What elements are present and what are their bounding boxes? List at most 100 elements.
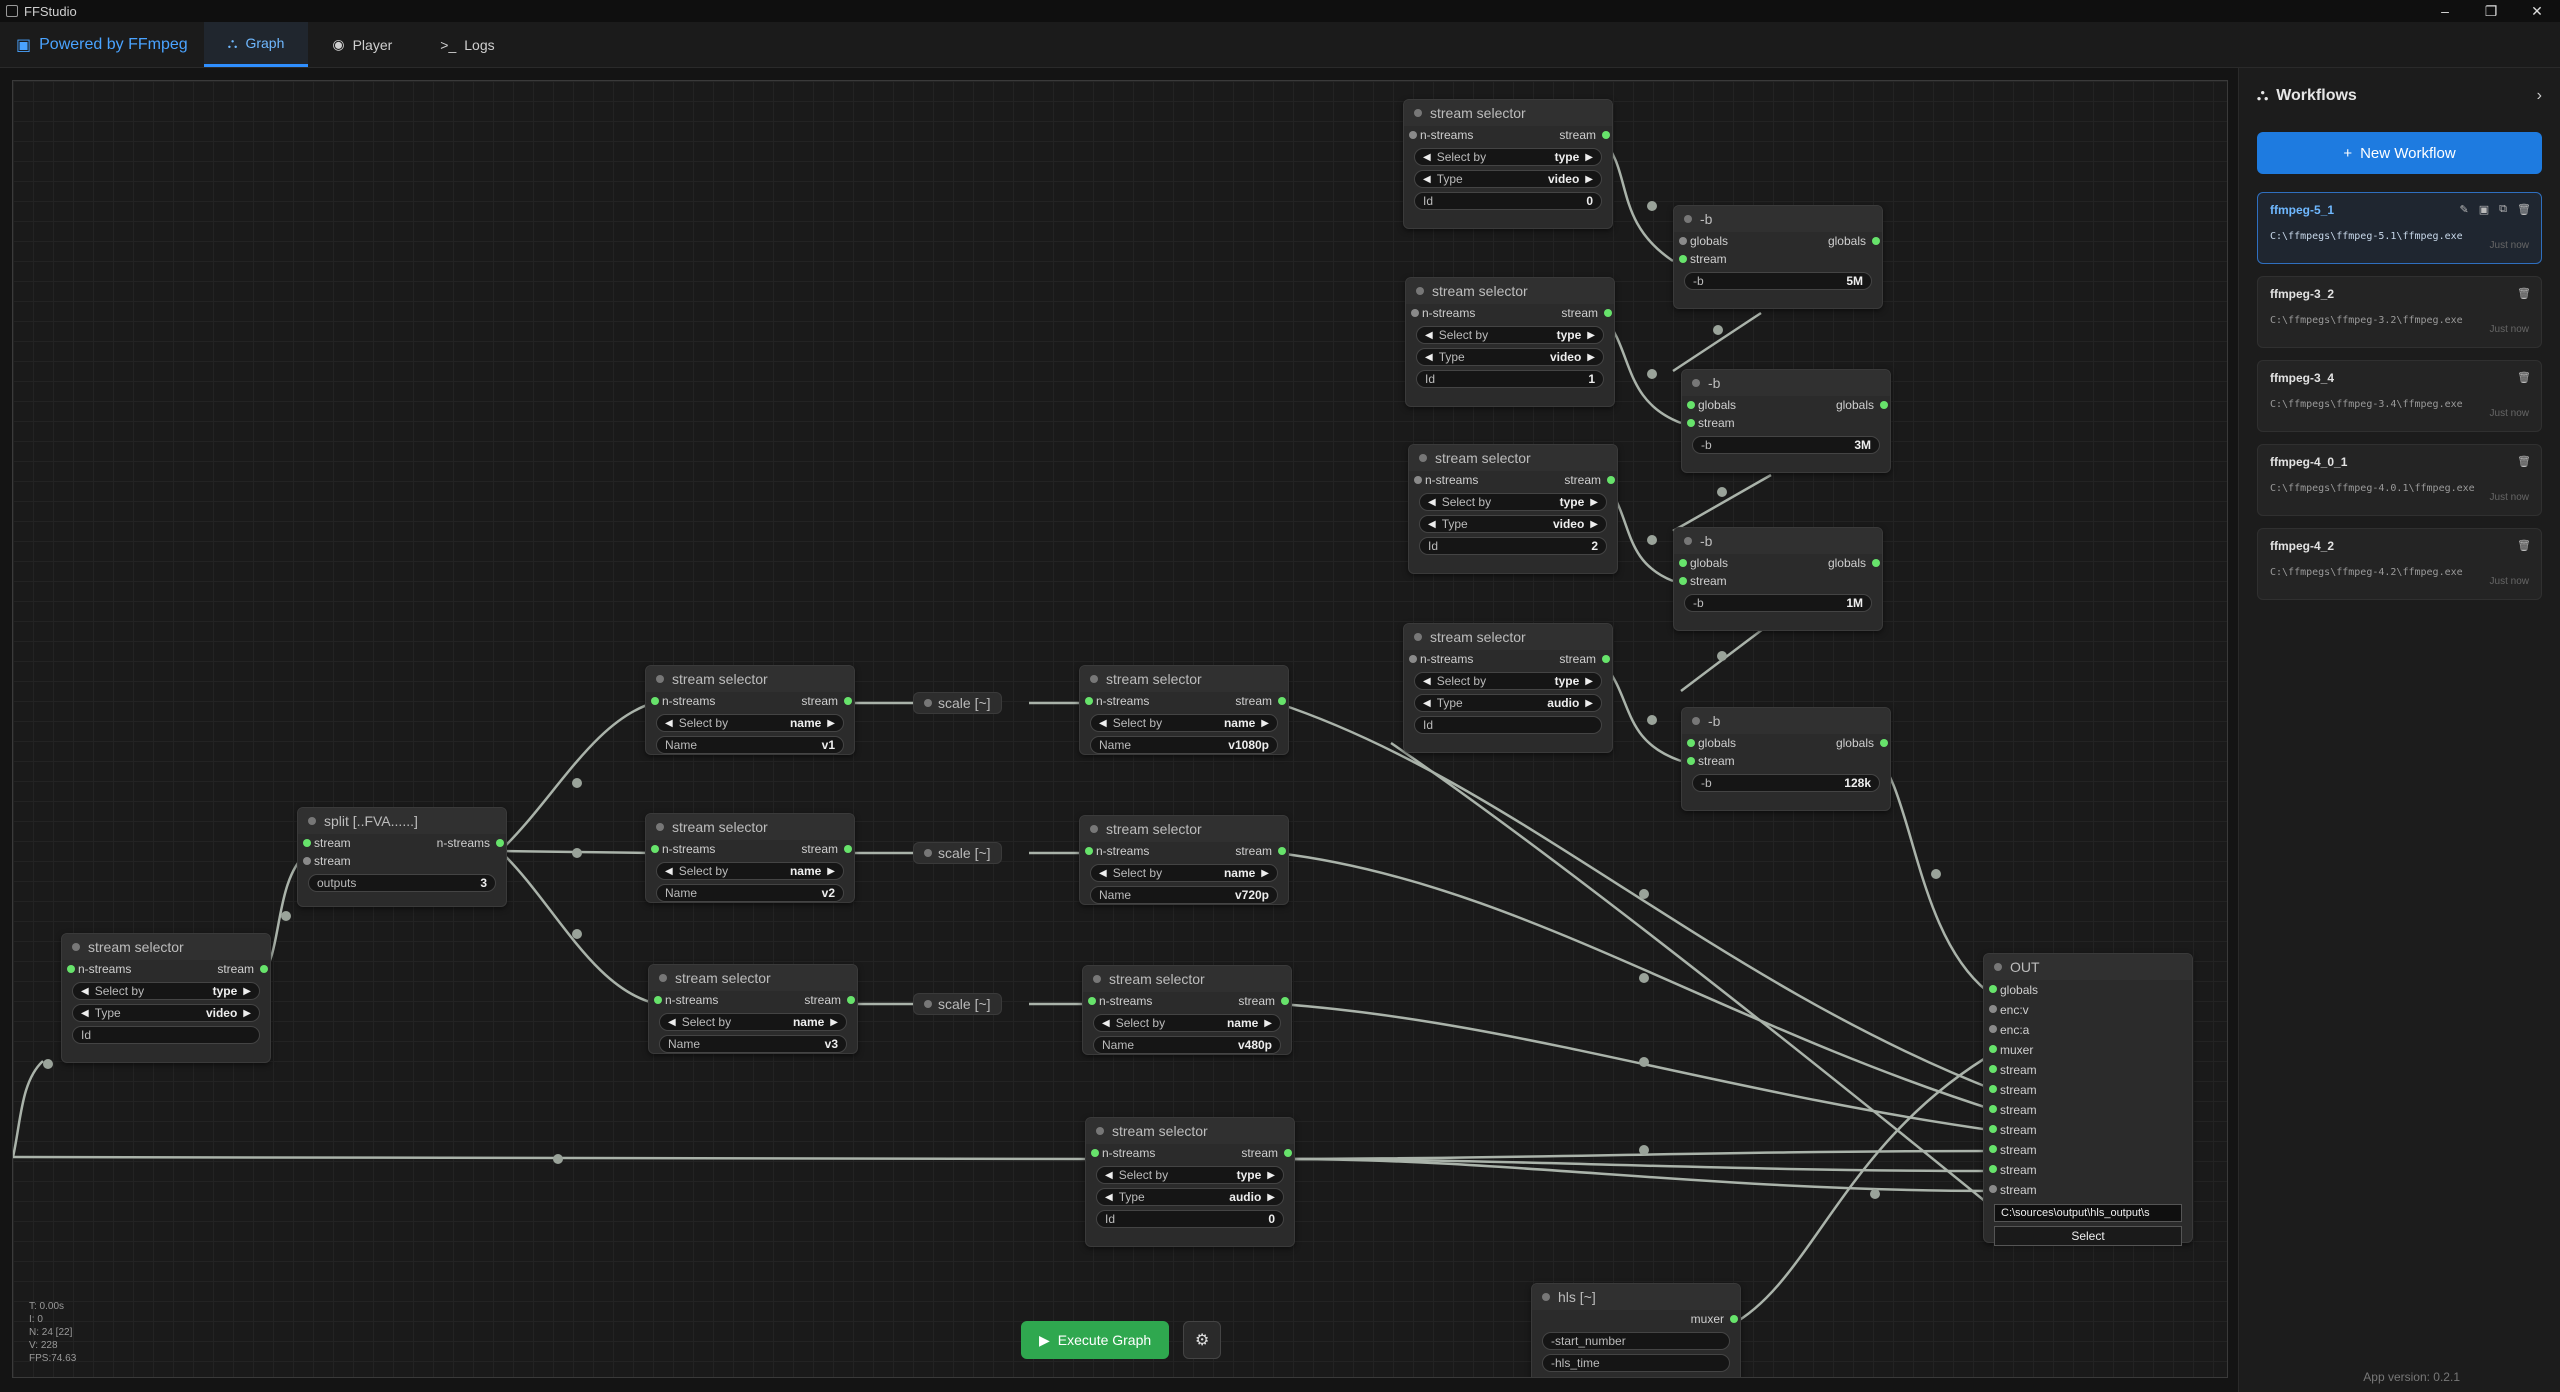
- stream-selector-node[interactable]: stream selector n-streams stream ◀ Select …: [1079, 665, 1289, 755]
- save-icon[interactable]: ▣: [2479, 203, 2489, 216]
- stream-selector-node[interactable]: stream selector n-streams stream ◀ Select …: [1082, 965, 1292, 1055]
- type-combo[interactable]: ◀ Type audio ▶: [1414, 694, 1602, 712]
- arrow-right-icon[interactable]: ▶: [1267, 1192, 1275, 1203]
- tab-graph[interactable]: ⛬ Graph: [203, 22, 309, 67]
- type-combo[interactable]: ◀ Type audio ▶: [1096, 1188, 1284, 1206]
- arrow-right-icon[interactable]: ▶: [243, 1008, 251, 1019]
- input-slot-icon[interactable]: [1409, 655, 1417, 663]
- bitrate-node[interactable]: -b globals globals stream -b 1M: [1673, 527, 1883, 631]
- node-header[interactable]: stream selector: [1406, 278, 1614, 304]
- node-header[interactable]: stream selector: [1409, 445, 1617, 471]
- reroute-dot[interactable]: [1639, 973, 1649, 983]
- collapse-dot-icon[interactable]: [659, 974, 667, 982]
- arrow-right-icon[interactable]: ▶: [1590, 519, 1598, 530]
- stream-selector-node[interactable]: stream selector n-streams stream ◀ Select …: [1408, 444, 1618, 574]
- arrow-left-icon[interactable]: ◀: [1099, 868, 1107, 879]
- reroute-dot[interactable]: [572, 929, 582, 939]
- input-slot-icon[interactable]: [1989, 985, 1997, 993]
- output-slot-icon[interactable]: [1602, 131, 1610, 139]
- input-slot-icon[interactable]: [1679, 559, 1687, 567]
- graph-canvas[interactable]: stream selector n-streams stream ◀ Select …: [12, 80, 2228, 1378]
- output-slot-icon[interactable]: [844, 697, 852, 705]
- input-slot-icon[interactable]: [1989, 1125, 1997, 1133]
- workflow-card[interactable]: ffmpeg-3_2 C:\ffmpegs\ffmpeg-3.2\ffmpeg.e…: [2257, 276, 2542, 348]
- duplicate-icon[interactable]: ⧉: [2499, 203, 2507, 216]
- node-header[interactable]: stream selector: [1080, 816, 1288, 842]
- collapse-dot-icon[interactable]: [1684, 215, 1692, 223]
- input-slot-icon[interactable]: [1409, 131, 1417, 139]
- select-by-combo[interactable]: ◀ Select by type ▶: [1414, 672, 1602, 690]
- output-slot-icon[interactable]: [1730, 1315, 1738, 1323]
- collapse-dot-icon[interactable]: [1684, 537, 1692, 545]
- arrow-right-icon[interactable]: ▶: [1261, 718, 1269, 729]
- input-slot-icon[interactable]: [1989, 1145, 1997, 1153]
- input-slot-icon[interactable]: [67, 965, 75, 973]
- name-field[interactable]: Name v1080p: [1090, 736, 1278, 754]
- collapse-dot-icon[interactable]: [1090, 825, 1098, 833]
- select-by-combo[interactable]: ◀ Select by type ▶: [1096, 1166, 1284, 1184]
- reroute-dot[interactable]: [1647, 715, 1657, 725]
- arrow-right-icon[interactable]: ▶: [1585, 676, 1593, 687]
- output-slot-icon[interactable]: [1872, 237, 1880, 245]
- input-slot-icon[interactable]: [1989, 1085, 1997, 1093]
- output-slot-icon[interactable]: [1604, 309, 1612, 317]
- arrow-left-icon[interactable]: ◀: [1105, 1192, 1113, 1203]
- input-slot-icon[interactable]: [1687, 419, 1695, 427]
- output-slot-icon[interactable]: [1278, 847, 1286, 855]
- id-field[interactable]: Id 2: [1419, 537, 1607, 555]
- delete-icon[interactable]: 🗑: [2517, 371, 2531, 384]
- input-slot-icon[interactable]: [1091, 1149, 1099, 1157]
- delete-icon[interactable]: 🗑: [2517, 203, 2531, 216]
- bitrate-field[interactable]: -b 1M: [1684, 594, 1872, 612]
- stream-selector-node[interactable]: stream selector n-streams stream ◀ Select …: [645, 813, 855, 903]
- stream-selector-node[interactable]: stream selector n-streams stream ◀ Select …: [1403, 99, 1613, 229]
- arrow-left-icon[interactable]: ◀: [1099, 718, 1107, 729]
- collapse-dot-icon[interactable]: [72, 943, 80, 951]
- input-slot-icon[interactable]: [1085, 697, 1093, 705]
- node-header[interactable]: stream selector: [646, 666, 854, 692]
- input-slot-icon[interactable]: [1989, 1065, 1997, 1073]
- workflow-card[interactable]: ffmpeg-4_2 C:\ffmpegs\ffmpeg-4.2\ffmpeg.e…: [2257, 528, 2542, 600]
- node-header[interactable]: stream selector: [646, 814, 854, 840]
- output-slot-icon[interactable]: [1284, 1149, 1292, 1157]
- input-slot-icon[interactable]: [1679, 577, 1687, 585]
- input-slot-icon[interactable]: [1687, 401, 1695, 409]
- hls-time-field[interactable]: -hls_time: [1542, 1354, 1730, 1372]
- bitrate-node[interactable]: -b globals globals stream -b 3M: [1681, 369, 1891, 473]
- output-slot-icon[interactable]: [847, 996, 855, 1004]
- output-slot-icon[interactable]: [1281, 997, 1289, 1005]
- tab-player[interactable]: ◉ Player: [308, 22, 416, 67]
- output-slot-icon[interactable]: [844, 845, 852, 853]
- select-by-combo[interactable]: ◀ Select by name ▶: [1090, 714, 1278, 732]
- input-slot-icon[interactable]: [1989, 1185, 1997, 1193]
- arrow-left-icon[interactable]: ◀: [1423, 152, 1431, 163]
- new-workflow-button[interactable]: + New Workflow: [2257, 132, 2542, 174]
- arrow-left-icon[interactable]: ◀: [81, 1008, 89, 1019]
- input-slot-icon[interactable]: [1989, 1005, 1997, 1013]
- arrow-left-icon[interactable]: ◀: [1423, 174, 1431, 185]
- collapse-dot-icon[interactable]: [924, 849, 932, 857]
- input-slot-icon[interactable]: [654, 996, 662, 1004]
- node-header[interactable]: split [..FVA......]: [298, 808, 506, 834]
- select-by-combo[interactable]: ◀ Select by type ▶: [1414, 148, 1602, 166]
- collapse-dot-icon[interactable]: [1419, 454, 1427, 462]
- node-header[interactable]: -b: [1682, 370, 1890, 396]
- select-by-combo[interactable]: ◀ Select by type ▶: [1419, 493, 1607, 511]
- arrow-left-icon[interactable]: ◀: [1428, 519, 1436, 530]
- collapse-dot-icon[interactable]: [924, 1000, 932, 1008]
- execute-graph-button[interactable]: ▶ Execute Graph: [1021, 1321, 1170, 1359]
- node-header[interactable]: OUT: [1984, 954, 2192, 980]
- arrow-right-icon[interactable]: ▶: [1590, 497, 1598, 508]
- input-slot-icon[interactable]: [651, 697, 659, 705]
- collapse-dot-icon[interactable]: [1090, 675, 1098, 683]
- collapse-dot-icon[interactable]: [924, 699, 932, 707]
- select-by-combo[interactable]: ◀ Select by name ▶: [1093, 1014, 1281, 1032]
- output-slot-icon[interactable]: [1880, 739, 1888, 747]
- tab-logs[interactable]: >_ Logs: [416, 22, 518, 67]
- reroute-dot[interactable]: [281, 911, 291, 921]
- type-combo[interactable]: ◀ Type video ▶: [1416, 348, 1604, 366]
- stream-selector-node[interactable]: stream selector n-streams stream ◀ Select …: [1405, 277, 1615, 407]
- scale-node[interactable]: scale [~]: [913, 842, 1002, 864]
- bitrate-node[interactable]: -b globals globals stream -b 5M: [1673, 205, 1883, 309]
- input-slot-icon[interactable]: [1687, 739, 1695, 747]
